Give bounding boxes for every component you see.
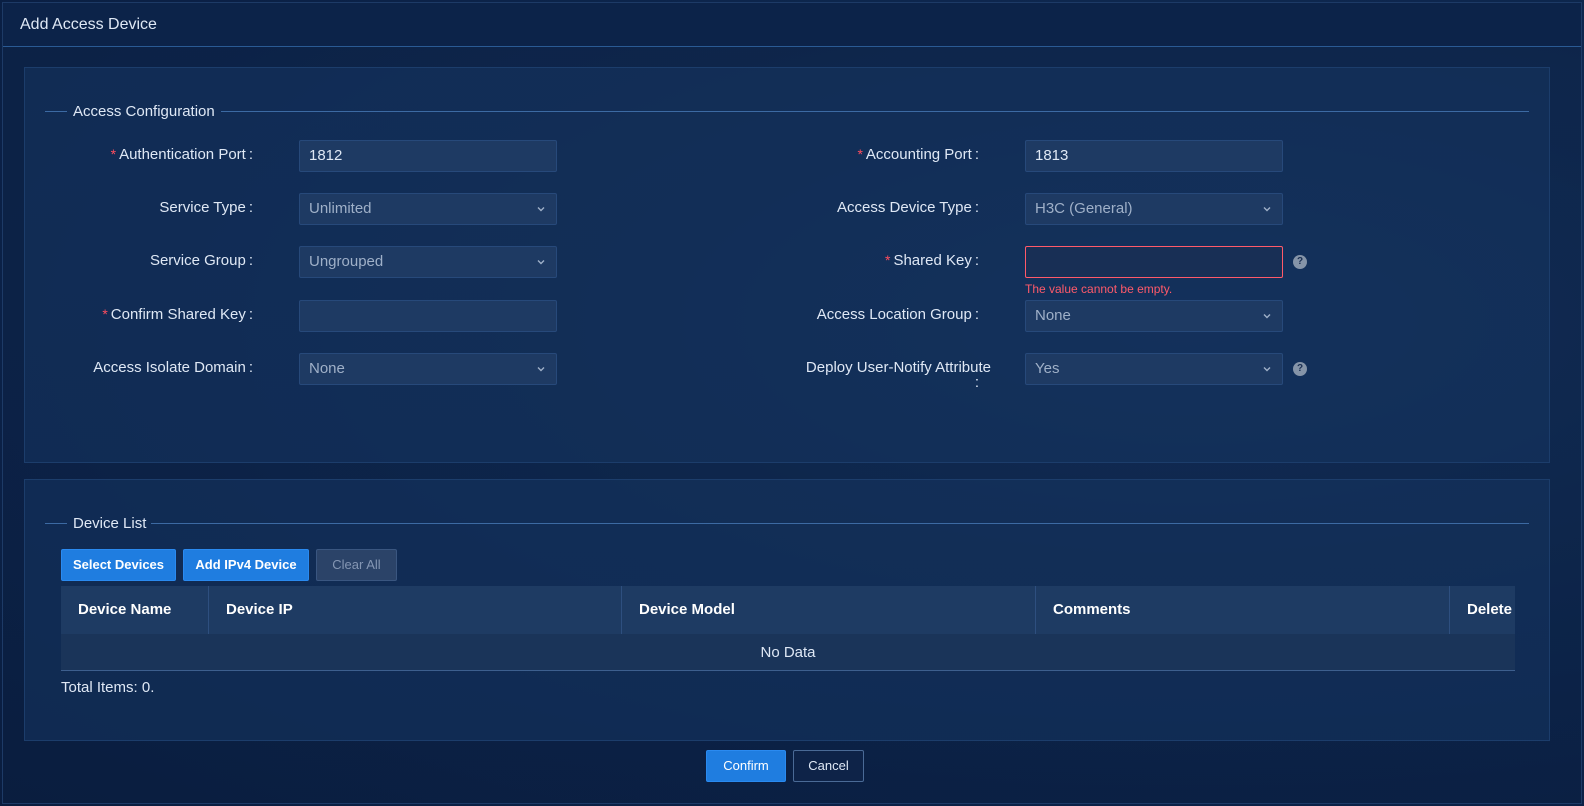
required-mark: * [857, 146, 863, 162]
device-list-panel: Device List Select Devices Add IPv4 Devi… [24, 479, 1550, 741]
required-mark: * [102, 306, 108, 322]
legend-divider [151, 523, 1529, 524]
service-group-select[interactable]: Ungrouped [299, 246, 557, 278]
label-text: Confirm Shared Key [110, 306, 246, 323]
label-colon: : [974, 306, 979, 323]
select-value: Unlimited [309, 200, 372, 217]
chevron-down-icon [537, 260, 545, 265]
service-group-label: Service Group: [150, 252, 253, 269]
legend-divider [45, 111, 67, 112]
deploy-user-notify-attribute-label: Deploy User-Notify Attribute [806, 359, 991, 376]
accounting-port-label: * Accounting Port: [857, 146, 979, 163]
input-value: 1812 [309, 147, 343, 164]
access-location-group-select[interactable]: None [1025, 300, 1283, 332]
chevron-down-icon [1263, 367, 1271, 372]
label-text: Access Location Group [816, 306, 972, 323]
deploy-user-notify-colon: : [972, 374, 979, 391]
select-value: Ungrouped [309, 253, 384, 270]
access-configuration-panel: Access Configuration * Authentication Por… [24, 67, 1550, 463]
access-location-group-label: Access Location Group: [817, 306, 979, 323]
label-colon: : [248, 359, 253, 376]
label-colon: : [974, 146, 979, 163]
shared-key-label: * Shared Key: [885, 252, 979, 269]
help-icon[interactable]: ? [1293, 362, 1307, 376]
label-text: Access Isolate Domain [93, 359, 246, 376]
label-text: Accounting Port [865, 146, 972, 163]
label-colon: : [248, 199, 253, 216]
confirm-shared-key-input[interactable] [299, 300, 557, 332]
access-isolate-domain-label: Access Isolate Domain: [93, 359, 253, 376]
select-value: Yes [1035, 360, 1060, 377]
label-text: Shared Key [893, 252, 972, 269]
help-icon[interactable]: ? [1293, 255, 1307, 269]
required-mark: * [110, 146, 117, 162]
input-value: 1813 [1035, 147, 1069, 164]
legend-divider [45, 523, 67, 524]
total-items: Total Items: 0. [61, 679, 155, 696]
column-header-delete[interactable]: Delete [1450, 586, 1515, 634]
empty-table-message: No Data [61, 634, 1515, 671]
select-devices-button[interactable]: Select Devices [61, 549, 176, 581]
clear-all-button[interactable]: Clear All [316, 549, 397, 581]
access-isolate-domain-select[interactable]: None [299, 353, 557, 385]
service-type-label: Service Type: [159, 199, 253, 216]
shared-key-input[interactable] [1025, 246, 1283, 278]
label-text: Authentication Port [119, 146, 246, 163]
accounting-port-input[interactable]: 1813 [1025, 140, 1283, 172]
chevron-down-icon [537, 367, 545, 372]
device-list-legend: Device List [73, 515, 147, 532]
dialog-title: Add Access Device [20, 16, 157, 33]
required-mark: * [884, 252, 891, 268]
confirm-button[interactable]: Confirm [706, 750, 786, 782]
label-text: Deploy User-Notify Attribute [805, 359, 991, 376]
label-text: Access Device Type [837, 199, 972, 216]
legend-divider [221, 111, 1529, 112]
confirm-shared-key-label: * Confirm Shared Key: [102, 306, 253, 323]
table-header: Device Name Device IP Device Model Comme… [61, 586, 1515, 634]
add-ipv4-device-button[interactable]: Add IPv4 Device [183, 549, 309, 581]
device-table: Device Name Device IP Device Model Comme… [61, 586, 1515, 671]
service-type-select[interactable]: Unlimited [299, 193, 557, 225]
label-text: Service Group [149, 252, 246, 269]
label-colon: : [974, 374, 979, 391]
cancel-button[interactable]: Cancel [793, 750, 864, 782]
access-device-type-label: Access Device Type: [837, 199, 979, 216]
chevron-down-icon [1263, 314, 1271, 319]
chevron-down-icon [537, 207, 545, 212]
access-device-type-select[interactable]: H3C (General) [1025, 193, 1283, 225]
label-colon: : [248, 146, 253, 163]
column-header-device-model[interactable]: Device Model [622, 586, 1036, 634]
add-access-device-dialog: Add Access Device Access Configuration *… [2, 2, 1582, 804]
select-value: None [1035, 307, 1071, 324]
column-header-device-ip[interactable]: Device IP [209, 586, 622, 634]
label-colon: : [974, 199, 979, 216]
label-colon: : [974, 252, 979, 269]
authentication-port-input[interactable]: 1812 [299, 140, 557, 172]
shared-key-error: The value cannot be empty. [1025, 282, 1173, 296]
chevron-down-icon [1263, 207, 1271, 212]
label-colon: : [248, 252, 253, 269]
label-text: Service Type [159, 199, 246, 216]
column-header-comments[interactable]: Comments [1036, 586, 1450, 634]
select-value: None [309, 360, 345, 377]
label-colon: : [248, 306, 253, 323]
authentication-port-label: * Authentication Port: [111, 146, 253, 163]
access-configuration-legend: Access Configuration [73, 103, 215, 120]
select-value: H3C (General) [1035, 200, 1133, 217]
deploy-user-notify-attribute-select[interactable]: Yes [1025, 353, 1283, 385]
column-header-device-name[interactable]: Device Name [61, 586, 209, 634]
dialog-header: Add Access Device [3, 3, 1581, 47]
